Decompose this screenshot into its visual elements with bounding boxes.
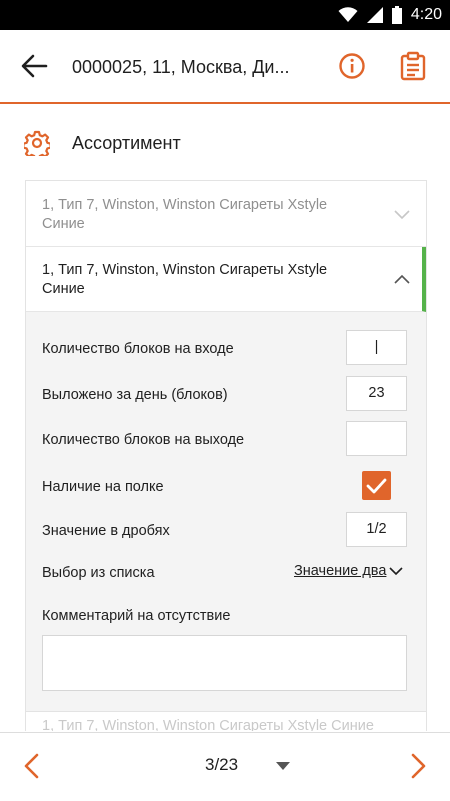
- assortment-list: 1, Тип 7, Winston, Winston Сигареты Xsty…: [25, 180, 427, 731]
- blocks-out-field[interactable]: [346, 421, 407, 456]
- comment-textarea[interactable]: [42, 635, 407, 691]
- list-item-label: 1, Тип 7, Winston, Winston Сигареты Xsty…: [42, 718, 374, 731]
- chevron-left-icon[interactable]: [22, 753, 42, 779]
- blocks-in-label: Количество блоков на входе: [42, 341, 234, 357]
- fraction-label: Значение в дробях: [42, 523, 170, 539]
- chevron-down-icon[interactable]: [394, 210, 410, 220]
- signal-icon: [366, 7, 383, 23]
- list-item[interactable]: 1, Тип 7, Winston, Winston Сигареты Xsty…: [26, 711, 426, 731]
- app-bar: 0000025, 11, Москва, Ди...: [0, 30, 450, 104]
- list-item-expanded[interactable]: 1, Тип 7, Winston, Winston Сигареты Xsty…: [26, 247, 426, 312]
- list-item-label: 1, Тип 7, Winston, Winston Сигареты Xsty…: [42, 262, 328, 297]
- select-value: Значение два: [294, 563, 387, 579]
- status-bar: 4:20: [0, 0, 450, 30]
- fraction-field[interactable]: 1/2: [346, 512, 407, 547]
- chevron-up-icon[interactable]: [394, 274, 410, 284]
- laid-out-label: Выложено за день (блоков): [42, 387, 228, 403]
- battery-icon: [391, 6, 402, 24]
- select-label: Выбор из списка: [42, 565, 155, 581]
- select-dropdown[interactable]: Значение два: [294, 563, 403, 579]
- clipboard-icon[interactable]: [399, 51, 427, 81]
- section-title: Ассортимент: [72, 132, 181, 153]
- section-header: Ассортимент: [24, 128, 181, 158]
- status-icons: 4:20: [338, 6, 442, 24]
- list-item[interactable]: 1, Тип 7, Winston, Winston Сигареты Xsty…: [26, 181, 426, 247]
- page-counter: 3/23: [205, 755, 239, 774]
- blocks-out-label: Количество блоков на выходе: [42, 432, 245, 448]
- list-item-label: 1, Тип 7, Winston, Winston Сигареты Xsty…: [42, 197, 328, 232]
- checkmark-icon: [366, 478, 387, 494]
- back-arrow-icon[interactable]: [20, 54, 48, 78]
- status-time: 4:20: [410, 6, 442, 23]
- laid-out-field[interactable]: 23: [346, 376, 407, 411]
- info-icon[interactable]: [338, 52, 366, 80]
- item-details: Количество блоков на входе | Выложено за…: [26, 312, 426, 711]
- on-shelf-checkbox[interactable]: [362, 471, 391, 500]
- page-title: 0000025, 11, Москва, Ди...: [72, 57, 290, 77]
- gear-icon: [24, 130, 50, 156]
- on-shelf-label: Наличие на полке: [42, 479, 164, 495]
- wifi-icon: [338, 7, 358, 22]
- chevron-right-icon[interactable]: [408, 753, 428, 779]
- caret-down-icon[interactable]: [275, 761, 291, 771]
- blocks-in-field[interactable]: |: [346, 330, 407, 365]
- comment-label: Комментарий на отсутствие: [42, 608, 231, 624]
- chevron-down-icon: [389, 566, 403, 575]
- pager-bar: 3/23: [0, 732, 450, 801]
